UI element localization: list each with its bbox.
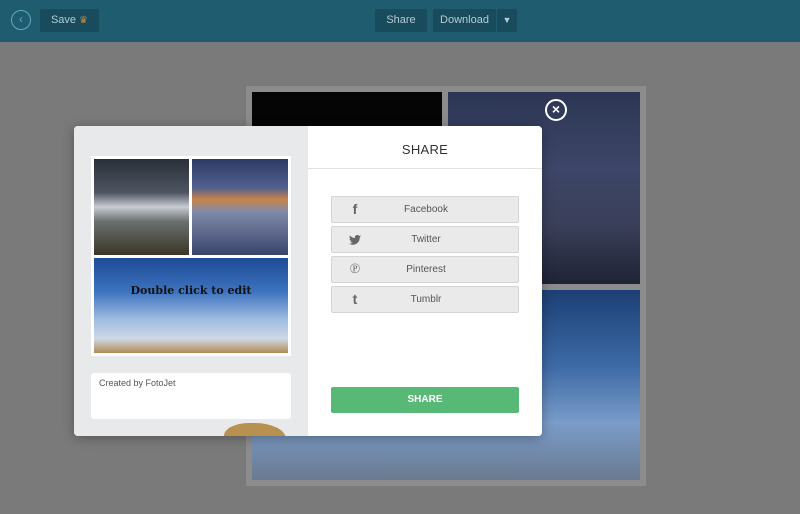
facebook-icon: f [352,201,358,217]
share-options-panel: SHARE Facebook f Twitter Pinterest ℗ Tum… [308,126,542,436]
share-twitter-button[interactable]: Twitter [331,226,519,253]
preview-edit-text: Double click to edit [130,284,252,297]
share-caption-input[interactable]: Created by FotoJet [91,373,291,419]
tumblr-icon: t [352,291,358,307]
top-toolbar: ‹ Save ♛ Share Download ▼ [0,0,800,42]
preview-mountain-image [94,159,189,255]
collage-preview: Double click to edit [91,156,291,436]
preview-peak-image [192,159,288,255]
share-facebook-button[interactable]: Facebook f [331,196,519,223]
dialog-title: SHARE [308,126,542,169]
share-preview-panel: Double click to edit Created by FotoJet [74,126,308,436]
preview-sky-image [94,258,288,436]
chevron-down-icon[interactable]: ▼ [497,9,517,32]
save-button[interactable]: Save ♛ [40,9,99,32]
share-tumblr-button[interactable]: Tumblr t [331,286,519,313]
back-icon[interactable]: ‹ [11,10,31,30]
preview-rock-shape [224,423,286,436]
download-button[interactable]: Download [433,9,496,32]
share-dialog: Double click to edit Created by FotoJet … [74,126,542,436]
twitter-icon [342,227,368,252]
save-button-label: Save [50,14,77,26]
crown-icon: ♛ [79,15,89,26]
close-icon[interactable]: × [545,99,567,121]
share-pinterest-button[interactable]: Pinterest ℗ [331,256,519,283]
share-submit-button[interactable]: SHARE [331,387,519,413]
pinterest-icon: ℗ [349,261,361,277]
toolbar-share-button[interactable]: Share [375,9,427,32]
